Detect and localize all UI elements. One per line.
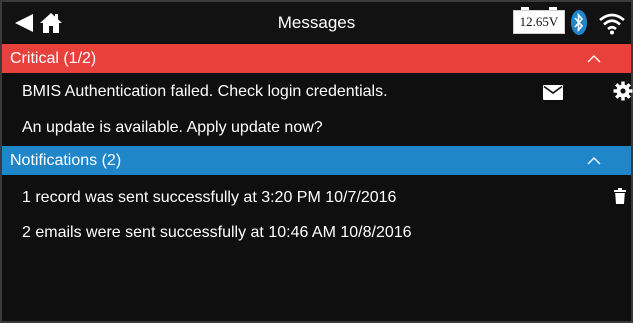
gear-icon[interactable] <box>613 81 633 101</box>
chevron-up-icon[interactable] <box>587 146 601 175</box>
notifications-section-header[interactable]: Notifications (2) <box>2 146 631 175</box>
message-text: BMIS Authentication failed. Check login … <box>22 83 388 100</box>
notification-row[interactable]: 1 record was sent successfully at 3:20 P… <box>2 183 631 213</box>
notification-text: 2 emails were sent successfully at 10:46… <box>22 224 412 241</box>
message-row[interactable]: An update is available. Apply update now… <box>2 113 631 143</box>
bluetooth-icon[interactable] <box>571 10 587 35</box>
mail-icon[interactable] <box>543 85 563 100</box>
battery-terminal <box>521 7 529 10</box>
notification-row[interactable]: 2 emails were sent successfully at 10:46… <box>2 218 631 248</box>
chevron-up-icon[interactable] <box>587 44 601 73</box>
wifi-icon[interactable] <box>598 11 626 35</box>
notifications-section-label: Notifications (2) <box>10 152 122 169</box>
top-bar: Messages 12.65V <box>2 2 631 43</box>
battery-terminal <box>549 7 557 10</box>
trash-icon[interactable] <box>614 188 626 204</box>
critical-section-header[interactable]: Critical (1/2) <box>2 44 631 73</box>
notification-text: 1 record was sent successfully at 3:20 P… <box>22 189 397 206</box>
critical-section-label: Critical (1/2) <box>10 50 97 67</box>
messages-screen: Messages 12.65V Critical (1/2) BMIS Auth… <box>0 0 633 323</box>
battery-voltage: 12.65V <box>513 7 565 34</box>
battery-voltage-label: 12.65V <box>519 14 559 29</box>
message-row[interactable]: BMIS Authentication failed. Check login … <box>2 77 631 107</box>
message-text: An update is available. Apply update now… <box>22 119 323 136</box>
